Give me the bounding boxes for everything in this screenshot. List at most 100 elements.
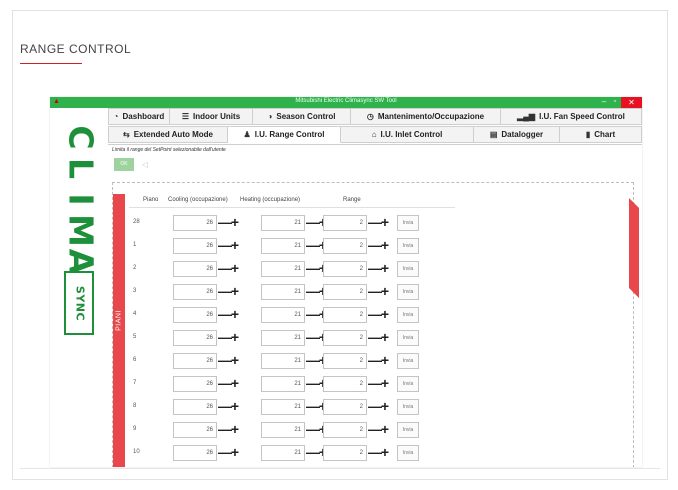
cooling-input[interactable]: 26: [173, 399, 217, 415]
range-increment-button[interactable]: +: [380, 238, 390, 254]
cooling-decrement-button[interactable]: —: [218, 261, 232, 277]
range-increment-button[interactable]: +: [380, 353, 390, 369]
tab-mantenimento-occupazione[interactable]: ◷ Mantenimento/Occupazione: [351, 108, 501, 125]
cooling-decrement-button[interactable]: —: [218, 330, 232, 346]
cooling-input[interactable]: 26: [173, 353, 217, 369]
cooling-increment-button[interactable]: +: [230, 330, 240, 346]
invia-button[interactable]: Invia: [397, 422, 419, 438]
cooling-decrement-button[interactable]: —: [218, 307, 232, 323]
cooling-decrement-button[interactable]: —: [218, 422, 232, 438]
range-increment-button[interactable]: +: [380, 261, 390, 277]
cooling-input[interactable]: 26: [173, 445, 217, 461]
cooling-decrement-button[interactable]: —: [218, 353, 232, 369]
tab-i-u-inlet-control[interactable]: ⌂ I.U. Inlet Control: [341, 126, 474, 143]
range-decrement-button[interactable]: —: [368, 307, 382, 323]
invia-button[interactable]: Invia: [397, 445, 419, 461]
range-input[interactable]: 2: [323, 330, 367, 346]
cooling-increment-button[interactable]: +: [230, 445, 240, 461]
cooling-input[interactable]: 26: [173, 307, 217, 323]
range-increment-button[interactable]: +: [380, 422, 390, 438]
invia-button[interactable]: Invia: [397, 353, 419, 369]
cooling-increment-button[interactable]: +: [230, 215, 240, 231]
heating-decrement-button[interactable]: —: [306, 238, 320, 254]
tab-dashboard[interactable]: ◔ Dashboard: [108, 108, 170, 125]
tab-chart[interactable]: ▮ Chart: [560, 126, 642, 143]
heating-input[interactable]: 21: [261, 376, 305, 392]
heating-decrement-button[interactable]: —: [306, 399, 320, 415]
back-arrow-icon[interactable]: ◁: [138, 158, 152, 171]
range-input[interactable]: 2: [323, 307, 367, 323]
invia-button[interactable]: Invia: [397, 284, 419, 300]
cooling-decrement-button[interactable]: —: [218, 238, 232, 254]
cooling-increment-button[interactable]: +: [230, 353, 240, 369]
range-input[interactable]: 2: [323, 422, 367, 438]
heating-input[interactable]: 21: [261, 353, 305, 369]
range-increment-button[interactable]: +: [380, 284, 390, 300]
heating-input[interactable]: 21: [261, 284, 305, 300]
cooling-decrement-button[interactable]: —: [218, 284, 232, 300]
maximize-button[interactable]: ▫: [610, 97, 620, 108]
tab-extended-auto-mode[interactable]: ⇆ Extended Auto Mode: [108, 126, 228, 143]
cooling-input[interactable]: 26: [173, 284, 217, 300]
scroll-flag[interactable]: [629, 198, 639, 298]
range-input[interactable]: 2: [323, 353, 367, 369]
range-input[interactable]: 2: [323, 284, 367, 300]
range-increment-button[interactable]: +: [380, 330, 390, 346]
heating-input[interactable]: 21: [261, 261, 305, 277]
cooling-increment-button[interactable]: +: [230, 307, 240, 323]
tab-i-u-fan-speed-control[interactable]: ▂▄▆ I.U. Fan Speed Control: [501, 108, 642, 125]
range-decrement-button[interactable]: —: [368, 215, 382, 231]
range-decrement-button[interactable]: —: [368, 445, 382, 461]
range-input[interactable]: 2: [323, 238, 367, 254]
heating-decrement-button[interactable]: —: [306, 307, 320, 323]
heating-decrement-button[interactable]: —: [306, 261, 320, 277]
range-input[interactable]: 2: [323, 445, 367, 461]
cooling-input[interactable]: 26: [173, 215, 217, 231]
cooling-increment-button[interactable]: +: [230, 284, 240, 300]
window-titlebar[interactable]: ▲ Mitsubishi Electric Climasync SW Tool …: [50, 97, 642, 108]
cooling-decrement-button[interactable]: —: [218, 399, 232, 415]
cooling-input[interactable]: 26: [173, 238, 217, 254]
close-button[interactable]: ✕: [621, 97, 642, 108]
heating-input[interactable]: 21: [261, 330, 305, 346]
range-input[interactable]: 2: [323, 376, 367, 392]
invia-button[interactable]: Invia: [397, 376, 419, 392]
heating-decrement-button[interactable]: —: [306, 330, 320, 346]
cooling-input[interactable]: 26: [173, 330, 217, 346]
cooling-increment-button[interactable]: +: [230, 376, 240, 392]
cooling-input[interactable]: 26: [173, 376, 217, 392]
heating-decrement-button[interactable]: —: [306, 376, 320, 392]
heating-input[interactable]: 21: [261, 422, 305, 438]
cooling-increment-button[interactable]: +: [230, 399, 240, 415]
cooling-input[interactable]: 26: [173, 261, 217, 277]
range-decrement-button[interactable]: —: [368, 353, 382, 369]
heating-input[interactable]: 21: [261, 238, 305, 254]
ok-button[interactable]: OK: [114, 158, 134, 171]
range-decrement-button[interactable]: —: [368, 284, 382, 300]
invia-button[interactable]: Invia: [397, 238, 419, 254]
heating-input[interactable]: 21: [261, 307, 305, 323]
range-increment-button[interactable]: +: [380, 376, 390, 392]
heating-decrement-button[interactable]: —: [306, 422, 320, 438]
tab-datalogger[interactable]: ▤ Datalogger: [474, 126, 560, 143]
cooling-input[interactable]: 26: [173, 422, 217, 438]
heating-decrement-button[interactable]: —: [306, 284, 320, 300]
range-decrement-button[interactable]: —: [368, 422, 382, 438]
tab-indoor-units[interactable]: ☰ Indoor Units: [170, 108, 253, 125]
minimize-button[interactable]: –: [598, 97, 610, 108]
heating-input[interactable]: 21: [261, 445, 305, 461]
range-decrement-button[interactable]: —: [368, 261, 382, 277]
range-increment-button[interactable]: +: [380, 215, 390, 231]
cooling-decrement-button[interactable]: —: [218, 215, 232, 231]
range-decrement-button[interactable]: —: [368, 238, 382, 254]
range-input[interactable]: 2: [323, 215, 367, 231]
heating-decrement-button[interactable]: —: [306, 353, 320, 369]
cooling-decrement-button[interactable]: —: [218, 376, 232, 392]
invia-button[interactable]: Invia: [397, 330, 419, 346]
cooling-increment-button[interactable]: +: [230, 238, 240, 254]
range-input[interactable]: 2: [323, 399, 367, 415]
invia-button[interactable]: Invia: [397, 215, 419, 231]
cooling-increment-button[interactable]: +: [230, 422, 240, 438]
range-increment-button[interactable]: +: [380, 307, 390, 323]
invia-button[interactable]: Invia: [397, 399, 419, 415]
